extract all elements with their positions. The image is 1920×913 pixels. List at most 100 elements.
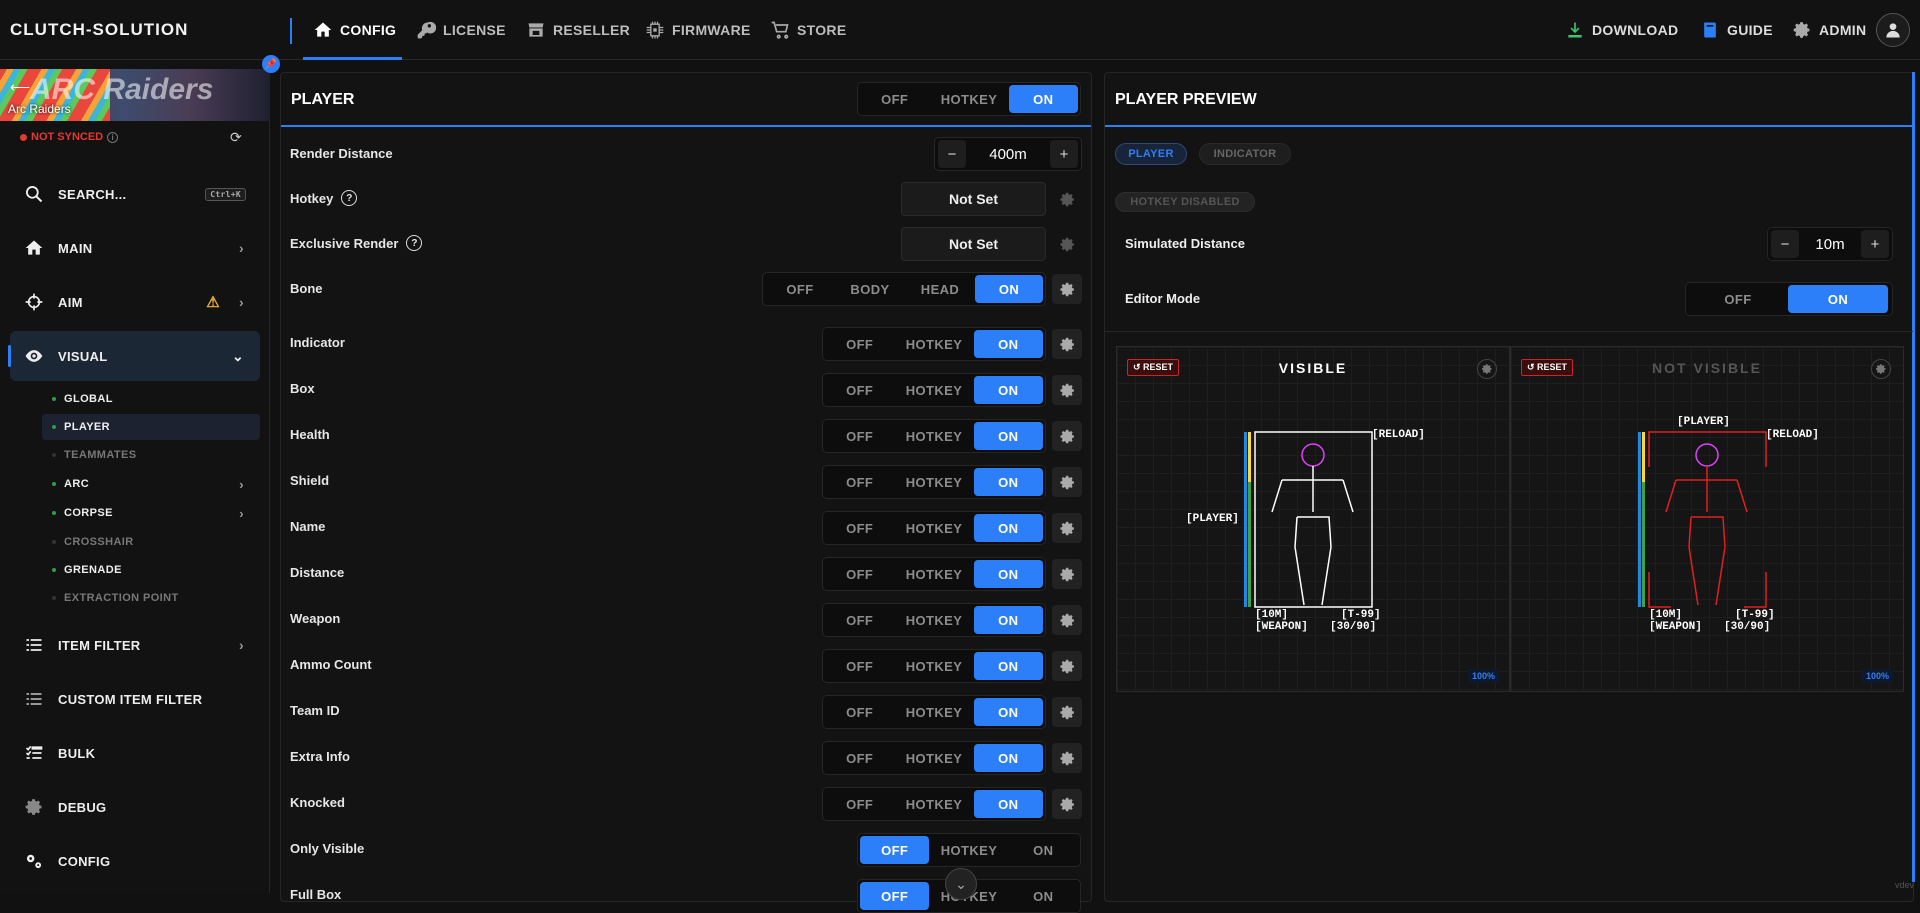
user-avatar[interactable] [1876, 13, 1910, 47]
toggle-off[interactable]: OFF [825, 376, 894, 404]
exclusive-render-binding-button[interactable]: Not Set [901, 227, 1046, 261]
toggle-on[interactable]: ON [973, 652, 1043, 680]
knocked-settings-button[interactable] [1052, 789, 1082, 819]
toggle-off[interactable]: OFF [825, 606, 894, 634]
sidebar-item-debug[interactable]: DEBUG [10, 782, 260, 832]
nav-license[interactable]: LICENSE [416, 0, 506, 60]
tab-indicator[interactable]: INDICATOR [1199, 143, 1291, 165]
sub-item-corpse[interactable]: CORPSE › [42, 500, 260, 526]
nav-admin[interactable]: ADMIN [1792, 0, 1866, 60]
toggle-hotkey[interactable]: HOTKEY [929, 836, 1008, 864]
nav-guide[interactable]: GUIDE [1700, 0, 1773, 60]
health-toggle[interactable]: OFF HOTKEY ON [822, 419, 1046, 453]
sub-item-grenade[interactable]: GRENADE [42, 557, 260, 583]
toggle-hotkey[interactable]: HOTKEY [894, 698, 973, 726]
sidebar-item-bulk[interactable]: BULK [10, 728, 260, 778]
only-visible-toggle[interactable]: OFF HOTKEY ON [857, 833, 1081, 867]
sidebar-item-custom-item-filter[interactable]: CUSTOM ITEM FILTER [10, 674, 260, 724]
ammo-count-settings-button[interactable] [1052, 651, 1082, 681]
nav-reseller[interactable]: RESELLER [526, 0, 630, 60]
indicator-settings-button[interactable] [1052, 329, 1082, 359]
toggle-hotkey[interactable]: HOTKEY [894, 422, 973, 450]
preview-scrollbar[interactable] [1912, 72, 1915, 882]
toggle-on[interactable]: ON [973, 744, 1043, 772]
toggle-hotkey[interactable]: HOTKEY [894, 744, 973, 772]
nav-firmware[interactable]: FIRMWARE [645, 0, 751, 60]
toggle-off[interactable]: OFF [765, 275, 835, 303]
tab-player[interactable]: PLAYER [1115, 143, 1187, 165]
sidebar-item-main[interactable]: MAIN › [10, 223, 260, 273]
name-toggle[interactable]: OFF HOTKEY ON [822, 511, 1046, 545]
toggle-off[interactable]: OFF [825, 790, 894, 818]
toggle-on[interactable]: ON [973, 514, 1043, 542]
toggle-body[interactable]: BODY [835, 275, 905, 303]
toggle-off[interactable]: OFF [1688, 285, 1788, 313]
sub-item-crosshair[interactable]: CROSSHAIR [42, 529, 260, 555]
toggle-on[interactable]: ON [973, 698, 1043, 726]
toggle-off[interactable]: OFF [825, 514, 894, 542]
toggle-on[interactable]: ON [973, 560, 1043, 588]
toggle-hotkey[interactable]: HOTKEY [894, 606, 973, 634]
knocked-toggle[interactable]: OFF HOTKEY ON [822, 787, 1046, 821]
toggle-off[interactable]: OFF [825, 698, 894, 726]
weapon-settings-button[interactable] [1052, 605, 1082, 635]
extra-info-settings-button[interactable] [1052, 743, 1082, 773]
bone-settings-button[interactable] [1052, 274, 1082, 304]
scroll-down-button[interactable]: ⌄ [945, 868, 977, 900]
weapon-toggle[interactable]: OFF HOTKEY ON [822, 603, 1046, 637]
toggle-off[interactable]: OFF [825, 652, 894, 680]
bone-toggle[interactable]: OFF BODY HEAD ON [762, 272, 1046, 306]
sub-item-global[interactable]: GLOBAL [42, 386, 260, 412]
pin-icon[interactable]: 📌 [262, 55, 280, 73]
decrement-button[interactable]: − [938, 140, 966, 168]
shield-toggle[interactable]: OFF HOTKEY ON [822, 465, 1046, 499]
distance-settings-button[interactable] [1052, 559, 1082, 589]
toggle-on[interactable]: ON [973, 330, 1043, 358]
render-distance-stepper[interactable]: − 400m + [934, 137, 1082, 171]
decrement-button[interactable]: − [1771, 230, 1799, 258]
toggle-off[interactable]: OFF [825, 560, 894, 588]
toggle-on[interactable]: ON [975, 275, 1043, 303]
toggle-off[interactable]: OFF [825, 744, 894, 772]
ammo-count-toggle[interactable]: OFF HOTKEY ON [822, 649, 1046, 683]
extra-info-toggle[interactable]: OFF HOTKEY ON [822, 741, 1046, 775]
increment-button[interactable]: + [1050, 140, 1078, 168]
team-id-toggle[interactable]: OFF HOTKEY ON [822, 695, 1046, 729]
back-arrow-icon[interactable]: ⟵ [10, 79, 30, 96]
sub-item-arc[interactable]: ARC › [42, 471, 260, 497]
toggle-off[interactable]: OFF [825, 422, 894, 450]
sub-item-teammates[interactable]: TEAMMATES [42, 442, 260, 468]
name-settings-button[interactable] [1052, 513, 1082, 543]
nav-store[interactable]: STORE [770, 0, 846, 60]
toggle-hotkey[interactable]: HOTKEY [894, 560, 973, 588]
toggle-head[interactable]: HEAD [905, 275, 975, 303]
sidebar-item-config[interactable]: CONFIG [10, 836, 260, 886]
indicator-toggle[interactable]: OFF HOTKEY ON [822, 327, 1046, 361]
sidebar-item-item-filter[interactable]: ITEM FILTER › [10, 620, 260, 670]
simulated-distance-stepper[interactable]: − 10m + [1767, 227, 1893, 261]
toggle-off[interactable]: OFF [825, 468, 894, 496]
distance-toggle[interactable]: OFF HOTKEY ON [822, 557, 1046, 591]
sub-item-extraction-point[interactable]: EXTRACTION POINT [42, 585, 260, 611]
player-master-toggle[interactable]: OFF HOTKEY ON [857, 82, 1081, 116]
toggle-on[interactable]: ON [1008, 85, 1078, 113]
toggle-off[interactable]: OFF [860, 85, 929, 113]
toggle-hotkey[interactable]: HOTKEY [894, 514, 973, 542]
box-settings-button[interactable] [1052, 375, 1082, 405]
toggle-on[interactable]: ON [973, 376, 1043, 404]
sidebar-item-aim[interactable]: AIM ⚠ › [10, 277, 260, 327]
nav-download[interactable]: DOWNLOAD [1565, 0, 1678, 60]
toggle-on[interactable]: ON [1009, 882, 1078, 910]
toggle-off[interactable]: OFF [860, 836, 930, 864]
help-icon[interactable]: ? [341, 190, 358, 206]
refresh-icon[interactable]: ⟳ [230, 129, 242, 146]
toggle-hotkey[interactable]: HOTKEY [894, 468, 973, 496]
toggle-on[interactable]: ON [973, 468, 1043, 496]
toggle-off[interactable]: OFF [825, 330, 894, 358]
toggle-hotkey[interactable]: HOTKEY [894, 376, 973, 404]
toggle-hotkey[interactable]: HOTKEY [894, 330, 973, 358]
box-toggle[interactable]: OFF HOTKEY ON [822, 373, 1046, 407]
search-button[interactable]: SEARCH... Ctrl+K [10, 169, 260, 219]
toggle-hotkey[interactable]: HOTKEY [894, 790, 973, 818]
toggle-on[interactable]: ON [1788, 285, 1888, 313]
